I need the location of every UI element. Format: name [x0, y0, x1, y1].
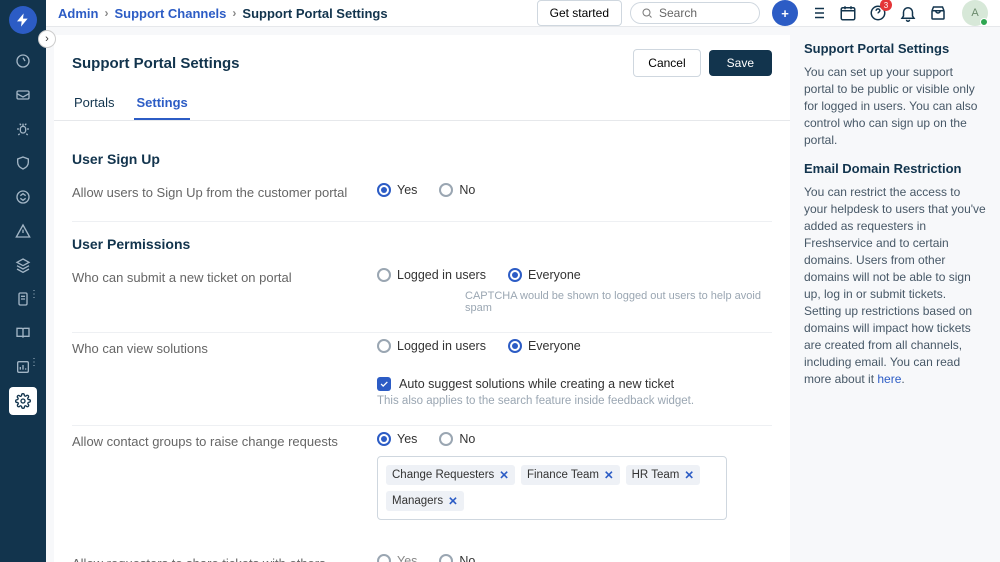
marketplace-icon[interactable]	[928, 3, 948, 23]
shield-icon[interactable]	[9, 149, 37, 177]
warning-icon[interactable]	[9, 217, 37, 245]
remove-chip-icon[interactable]: ✕	[684, 468, 694, 482]
contactgroups-label: Allow contact groups to raise change req…	[72, 432, 377, 452]
app-logo[interactable]	[9, 6, 37, 34]
captcha-note: CAPTCHA would be shown to logged out use…	[465, 290, 772, 314]
breadcrumb-channels[interactable]: Support Channels	[114, 6, 226, 21]
solutions-everyone-radio[interactable]: Everyone	[508, 339, 581, 353]
contact-groups-chips[interactable]: Change Requesters✕ Finance Team✕ HR Team…	[377, 456, 727, 520]
get-started-button[interactable]: Get started	[537, 0, 622, 26]
remove-chip-icon[interactable]: ✕	[604, 468, 614, 482]
page-title: Support Portal Settings	[72, 55, 240, 72]
exchange-icon[interactable]	[9, 183, 37, 211]
contract-icon[interactable]: ⋮	[9, 285, 37, 313]
help-title: Support Portal Settings	[804, 41, 986, 56]
signup-label: Allow users to Sign Up from the customer…	[72, 183, 377, 203]
save-button[interactable]: Save	[709, 50, 772, 76]
vertical-nav: › ⋮ ⋮	[0, 0, 46, 562]
todo-icon[interactable]	[808, 3, 828, 23]
contactgroups-no-radio[interactable]: No	[439, 432, 475, 446]
chevron-icon: ›	[104, 6, 108, 20]
new-button[interactable]: +	[772, 0, 798, 26]
solutions-label: Who can view solutions	[72, 339, 377, 359]
autosuggest-checkbox[interactable]	[377, 377, 391, 391]
submit-label: Who can submit a new ticket on portal	[72, 268, 377, 288]
chip[interactable]: Change Requesters✕	[386, 465, 515, 485]
book-icon[interactable]	[9, 319, 37, 347]
breadcrumb: Admin › Support Channels › Support Porta…	[58, 6, 388, 21]
submit-everyone-radio[interactable]: Everyone	[508, 268, 581, 282]
layers-icon[interactable]	[9, 251, 37, 279]
remove-chip-icon[interactable]: ✕	[448, 494, 458, 508]
help-badge: 3	[880, 0, 892, 11]
help-subtitle: Email Domain Restriction	[804, 161, 986, 176]
help-paragraph: You can set up your support portal to be…	[804, 64, 986, 149]
autosuggest-subnote: This also applies to the search feature …	[377, 395, 772, 407]
solutions-logged-radio[interactable]: Logged in users	[377, 339, 486, 353]
section-permissions: User Permissions	[72, 236, 772, 252]
dashboard-icon[interactable]	[9, 47, 37, 75]
tab-portals[interactable]: Portals	[72, 87, 116, 120]
expand-nav-button[interactable]: ›	[38, 30, 56, 48]
signup-no-radio[interactable]: No	[439, 183, 475, 197]
breadcrumb-current: Support Portal Settings	[242, 6, 387, 21]
help-pane: Support Portal Settings You can set up y…	[790, 27, 1000, 562]
reports-icon[interactable]: ⋮	[9, 353, 37, 381]
settings-icon[interactable]	[9, 387, 37, 415]
signup-yes-radio[interactable]: Yes	[377, 183, 417, 197]
tab-settings[interactable]: Settings	[134, 87, 189, 120]
presence-dot	[980, 18, 988, 26]
calendar-icon[interactable]	[838, 3, 858, 23]
chevron-icon: ›	[232, 6, 236, 20]
search-input[interactable]: Search	[630, 2, 760, 24]
chip[interactable]: Managers✕	[386, 491, 464, 511]
help-paragraph: You can restrict the access to your help…	[804, 184, 986, 388]
chip[interactable]: HR Team✕	[626, 465, 700, 485]
chip[interactable]: Finance Team✕	[521, 465, 620, 485]
avatar[interactable]: A	[962, 0, 988, 26]
contactgroups-yes-radio[interactable]: Yes	[377, 432, 417, 446]
section-signup: User Sign Up	[72, 151, 772, 167]
sharetickets-label: Allow requesters to share tickets with o…	[72, 554, 377, 562]
help-link[interactable]: here	[877, 372, 901, 386]
bell-icon[interactable]	[898, 3, 918, 23]
tickets-icon[interactable]	[9, 81, 37, 109]
search-icon	[641, 7, 653, 19]
autosuggest-label: Auto suggest solutions while creating a …	[399, 377, 674, 391]
bug-icon[interactable]	[9, 115, 37, 143]
submit-logged-radio[interactable]: Logged in users	[377, 268, 486, 282]
cancel-button[interactable]: Cancel	[633, 49, 700, 77]
topbar: Admin › Support Channels › Support Porta…	[46, 0, 1000, 27]
settings-panel: Support Portal Settings Cancel Save Port…	[54, 35, 790, 562]
remove-chip-icon[interactable]: ✕	[499, 468, 509, 482]
sharetickets-yes-radio[interactable]: Yes	[377, 554, 417, 562]
breadcrumb-admin[interactable]: Admin	[58, 6, 98, 21]
sharetickets-no-radio[interactable]: No	[439, 554, 475, 562]
help-icon[interactable]: 3	[868, 3, 888, 23]
